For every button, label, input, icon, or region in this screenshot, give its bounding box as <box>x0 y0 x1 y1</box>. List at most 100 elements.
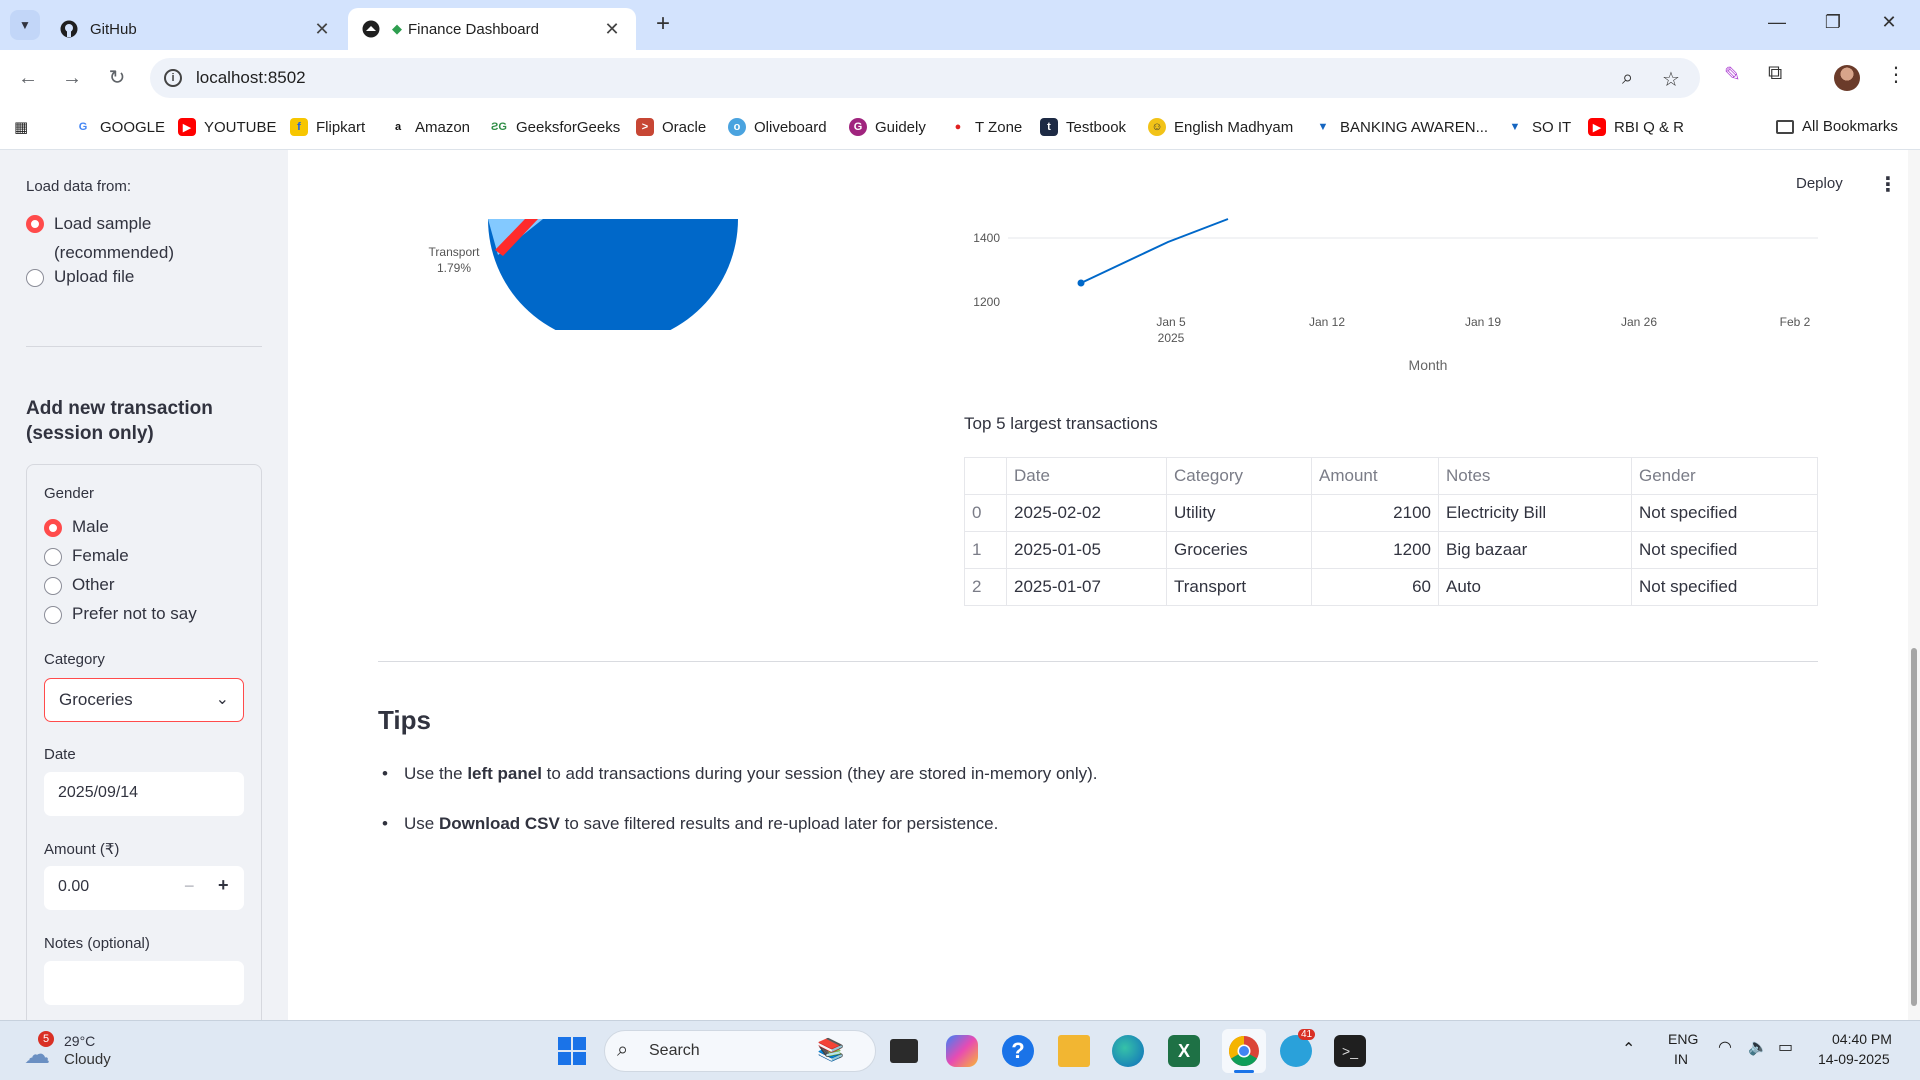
chrome-taskbar-button[interactable] <box>1222 1029 1266 1073</box>
table-cell[interactable]: Big bazaar <box>1438 531 1632 569</box>
bookmark-flipkart[interactable]: f Flipkart <box>290 118 365 136</box>
extensions-puzzle-icon[interactable]: ⧉ <box>1768 62 1782 85</box>
radio-gender-other[interactable]: Other <box>44 575 115 595</box>
radio-gender-female[interactable]: Female <box>44 546 129 566</box>
terminal-icon[interactable]: >_ <box>1334 1035 1366 1067</box>
table-cell[interactable]: Auto <box>1438 568 1632 606</box>
page-scrollbar[interactable] <box>1908 150 1920 1020</box>
bookmark-so-it[interactable]: ▼ SO IT <box>1506 118 1572 136</box>
table-cell[interactable]: 0 <box>964 494 1007 532</box>
forward-button[interactable]: → <box>58 64 86 92</box>
bookmark-geeksforgeeks[interactable]: ƧG GeeksforGeeks <box>490 118 620 136</box>
notes-input[interactable] <box>44 961 244 1005</box>
clock-time[interactable]: 04:40 PM <box>1832 1031 1892 1047</box>
tab-search-button[interactable]: ▼ <box>10 10 40 40</box>
column-header[interactable]: Notes <box>1438 457 1632 495</box>
column-header[interactable]: Date <box>1006 457 1167 495</box>
bookmark-tzone[interactable]: ● T Zone <box>949 118 1023 136</box>
zoom-icon[interactable]: ⌕ <box>1622 67 1633 90</box>
tab-finance-dashboard[interactable]: ◆ Finance Dashboard ✕ <box>348 8 636 50</box>
radio-load-sample[interactable]: Load sample (recommended) <box>26 209 196 267</box>
bookmark-banking-awareness[interactable]: ▼ BANKING AWAREN... <box>1314 118 1489 136</box>
clock-date[interactable]: 14-09-2025 <box>1818 1051 1890 1067</box>
profile-avatar[interactable] <box>1834 65 1860 91</box>
language-primary[interactable]: ENG <box>1668 1031 1698 1047</box>
bookmark-english-madhyam[interactable]: ☺ English Madhyam <box>1148 118 1293 136</box>
tab-github[interactable]: GitHub ✕ <box>46 8 346 50</box>
table-cell[interactable]: Not specified <box>1631 494 1818 532</box>
column-header[interactable]: Gender <box>1631 457 1818 495</box>
copilot-icon[interactable] <box>946 1035 978 1067</box>
flipkart-icon: f <box>290 118 308 136</box>
help-icon[interactable]: ? <box>1002 1035 1034 1067</box>
new-tab-button[interactable]: + <box>650 12 676 38</box>
column-header[interactable] <box>964 457 1007 495</box>
table-cell[interactable]: Electricity Bill <box>1438 494 1632 532</box>
close-icon[interactable]: ✕ <box>312 19 332 40</box>
start-button[interactable] <box>556 1035 588 1067</box>
restore-button[interactable]: ❐ <box>1818 12 1848 33</box>
table-cell[interactable]: 2 <box>964 568 1007 606</box>
bookmark-oliveboard[interactable]: o Oliveboard <box>728 118 827 136</box>
language-secondary[interactable]: IN <box>1674 1051 1688 1067</box>
volume-icon[interactable]: 🔈 <box>1748 1037 1768 1057</box>
date-input[interactable]: 2025/09/14 <box>44 772 244 816</box>
table-cell[interactable]: 2025-02-02 <box>1006 494 1167 532</box>
table-cell[interactable]: 2025-01-07 <box>1006 568 1167 606</box>
table-cell[interactable]: Groceries <box>1166 531 1312 569</box>
table-cell[interactable]: 2025-01-05 <box>1006 531 1167 569</box>
tips-heading: Tips <box>378 705 431 735</box>
file-explorer-icon[interactable] <box>1058 1035 1090 1067</box>
battery-icon[interactable]: ▭ <box>1778 1037 1793 1057</box>
edge-icon[interactable] <box>1112 1035 1144 1067</box>
weather-widget[interactable]: ☁ 5 29°C Cloudy <box>20 1031 130 1071</box>
table-cell[interactable]: 60 <box>1311 568 1439 606</box>
bookmark-rbi[interactable]: ▶ RBI Q & R <box>1588 118 1684 136</box>
scrollbar-thumb[interactable] <box>1911 648 1917 1006</box>
table-cell[interactable]: Not specified <box>1631 531 1818 569</box>
bookmark-testbook[interactable]: t Testbook <box>1040 118 1126 136</box>
radio-upload-file[interactable]: Upload file <box>26 267 134 287</box>
address-bar[interactable]: i localhost:8502 ⌕ ☆ <box>150 58 1700 98</box>
task-view-icon[interactable] <box>890 1039 918 1063</box>
x-tick-year: 2025 <box>1158 331 1185 345</box>
top5-table[interactable]: Date Category Amount Notes Gender 0 2025… <box>964 457 1818 606</box>
excel-icon[interactable]: X <box>1168 1035 1200 1067</box>
decrement-button[interactable]: − <box>184 876 195 897</box>
site-info-icon[interactable]: i <box>164 69 182 87</box>
apps-grid-icon[interactable]: ▦ <box>14 118 28 136</box>
telegram-icon[interactable]: 41 <box>1280 1029 1316 1067</box>
chevron-up-icon[interactable]: ⌃ <box>1622 1039 1635 1059</box>
bookmark-google[interactable]: G GOOGLE <box>74 118 165 136</box>
all-bookmarks[interactable]: All Bookmarks <box>1776 118 1898 135</box>
back-button[interactable]: ← <box>14 64 42 92</box>
table-cell[interactable]: Transport <box>1166 568 1312 606</box>
taskbar-search[interactable]: ⌕ Search 📚 <box>604 1030 876 1072</box>
bookmark-youtube[interactable]: ▶ YOUTUBE <box>178 118 277 136</box>
browser-menu-icon[interactable]: ⋮ <box>1886 62 1906 87</box>
category-select[interactable]: Groceries ⌄ <box>44 678 244 722</box>
bookmark-guidely[interactable]: G Guidely <box>849 118 926 136</box>
close-window-button[interactable]: ✕ <box>1874 12 1904 33</box>
table-cell[interactable]: Utility <box>1166 494 1312 532</box>
reload-button[interactable]: ↻ <box>103 64 131 92</box>
wifi-icon[interactable]: ◠ <box>1718 1037 1732 1057</box>
table-cell[interactable]: 2100 <box>1311 494 1439 532</box>
close-icon[interactable]: ✕ <box>602 19 622 40</box>
increment-button[interactable]: + <box>218 875 229 896</box>
table-cell[interactable]: 1200 <box>1311 531 1439 569</box>
column-header[interactable]: Category <box>1166 457 1312 495</box>
radio-gender-male[interactable]: Male <box>44 517 109 537</box>
bookmark-oracle[interactable]: > Oracle <box>636 118 706 136</box>
table-cell[interactable]: Not specified <box>1631 568 1818 606</box>
bookmark-amazon[interactable]: a Amazon <box>389 118 470 136</box>
bookmark-star-icon[interactable]: ☆ <box>1662 67 1680 92</box>
minimize-button[interactable]: — <box>1762 12 1792 33</box>
extension-pen-icon[interactable]: ✎ <box>1724 62 1741 87</box>
amount-input[interactable]: 0.00 − + <box>44 866 244 910</box>
app-menu-icon[interactable]: ⋮ <box>1878 172 1898 197</box>
column-header[interactable]: Amount <box>1311 457 1439 495</box>
radio-gender-prefer-not[interactable]: Prefer not to say <box>44 604 197 624</box>
tip-bold-text: left panel <box>467 764 542 783</box>
table-cell[interactable]: 1 <box>964 531 1007 569</box>
